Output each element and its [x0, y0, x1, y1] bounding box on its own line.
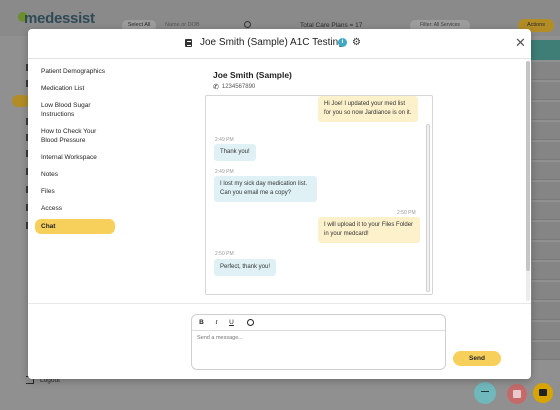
message-timestamp: 2:50 PM	[215, 251, 234, 257]
composer-divider	[28, 303, 531, 304]
table-row[interactable]	[532, 82, 560, 100]
document-icon	[185, 39, 192, 47]
nav-item-access[interactable]: Access	[35, 202, 115, 215]
italic-button[interactable]: I	[213, 319, 220, 326]
message-bubble-outgoing: Hi Joe! I updated your med list for you …	[318, 96, 418, 122]
message-bubble-incoming: Perfect, thank you!	[214, 259, 277, 276]
table-row[interactable]	[532, 102, 560, 120]
logo-text: medessist	[24, 10, 95, 27]
notes-widget-icon[interactable]	[507, 384, 527, 404]
emoji-icon[interactable]	[247, 319, 254, 326]
phone-number: 1234567890	[221, 84, 256, 90]
table-row[interactable]	[532, 282, 560, 300]
message-timestamp: 2:49 PM	[215, 169, 234, 175]
table-row[interactable]	[532, 302, 560, 320]
table-row[interactable]	[532, 242, 560, 260]
modal-header: Joe Smith (Sample) A1C Testing i ⚙ ✕	[28, 29, 531, 59]
chat-widget-icon[interactable]	[533, 383, 553, 403]
table-header-right	[531, 40, 560, 60]
message-timestamp: 2:50 PM	[397, 210, 416, 216]
nav-item-patient-demographics[interactable]: Patient Demographics	[35, 65, 115, 78]
table-row[interactable]	[532, 62, 560, 80]
contact-phone: ✆ 1234567890	[213, 83, 255, 91]
table-row[interactable]	[532, 162, 560, 180]
message-bubble-incoming: Thank you!	[214, 144, 256, 161]
table-row[interactable]	[532, 142, 560, 160]
message-bubble-outgoing: I will upload it to your Files Folder in…	[318, 217, 420, 243]
table-row[interactable]	[532, 342, 560, 360]
close-icon[interactable]: ✕	[515, 36, 526, 49]
contact-name: Joe Smith (Sample)	[213, 70, 292, 80]
nav-item-chat[interactable]: Chat	[35, 219, 115, 234]
app-logo: medessist	[24, 10, 95, 27]
message-input[interactable]	[197, 335, 437, 365]
assistant-avatar-icon[interactable]	[474, 382, 496, 404]
table-row[interactable]	[532, 182, 560, 200]
bold-button[interactable]: B	[198, 319, 205, 326]
nav-item-medication-list[interactable]: Medication List	[35, 82, 115, 95]
search-icon[interactable]	[244, 21, 251, 28]
info-icon[interactable]: i	[338, 38, 347, 47]
table-row[interactable]	[532, 202, 560, 220]
underline-button[interactable]: U	[228, 319, 235, 326]
chat-thread[interactable]: Hi Joe! I updated your med list for you …	[205, 95, 433, 295]
table-row[interactable]	[532, 122, 560, 140]
nav-item-low-blood-sugar[interactable]: Low Blood Sugar Instructions	[35, 99, 115, 121]
nav-item-blood-pressure[interactable]: How to Check Your Blood Pressure	[35, 125, 115, 147]
table-row[interactable]	[532, 262, 560, 280]
nav-item-internal-workspace[interactable]: Internal Workspace	[35, 151, 115, 164]
formatting-toolbar: B I U	[192, 315, 445, 331]
table-row[interactable]	[532, 222, 560, 240]
modal-title: Joe Smith (Sample) A1C Testing	[200, 37, 344, 48]
modal-scrollbar-thumb[interactable]	[526, 61, 530, 271]
care-plan-modal: Joe Smith (Sample) A1C Testing i ⚙ ✕ Pat…	[28, 29, 531, 379]
nav-item-files[interactable]: Files	[35, 185, 115, 198]
phone-icon: ✆	[213, 84, 219, 91]
modal-nav: Patient Demographics Medication List Low…	[35, 65, 115, 238]
gear-icon[interactable]: ⚙	[352, 37, 361, 48]
message-bubble-incoming: I lost my sick day medication list. Can …	[214, 176, 317, 202]
chat-scrollbar[interactable]	[426, 124, 430, 292]
message-timestamp: 2:49 PM	[215, 137, 234, 143]
nav-item-notes[interactable]: Notes	[35, 168, 115, 181]
send-button[interactable]: Send	[453, 351, 501, 366]
message-composer: B I U	[191, 314, 446, 370]
table-row[interactable]	[532, 322, 560, 340]
